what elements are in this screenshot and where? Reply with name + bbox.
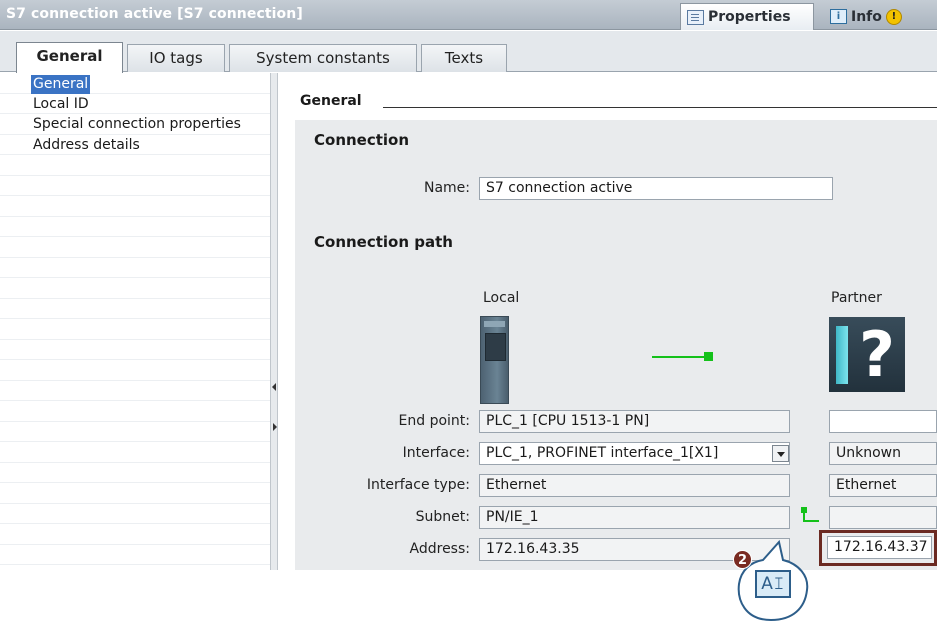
address-label: Address: xyxy=(409,541,470,557)
info-icon: i xyxy=(830,9,847,24)
window-title: S7 connection active [S7 connection] xyxy=(6,6,303,22)
section-title: General xyxy=(300,93,362,109)
local-label: Local xyxy=(483,290,520,306)
navigation-tree: General Local ID Special connection prop… xyxy=(0,73,270,570)
local-interface-dropdown[interactable]: PLC_1, PROFINET interface_1[X1] xyxy=(479,442,790,465)
connection-port-icon xyxy=(704,352,713,361)
tab-general[interactable]: General xyxy=(16,42,123,73)
tab-more[interactable] xyxy=(928,3,937,30)
tab-io-tags[interactable]: IO tags xyxy=(127,44,225,72)
partner-interface-field: Unknown xyxy=(829,442,937,465)
local-subnet-field: PN/IE_1 xyxy=(479,506,790,529)
local-interface-type-field: Ethernet xyxy=(479,474,790,497)
local-end-point-field[interactable]: PLC_1 [CPU 1513-1 PN] xyxy=(479,410,790,433)
interface-label: Interface: xyxy=(402,445,470,461)
local-plc-icon xyxy=(480,316,509,404)
interface-type-label: Interface type: xyxy=(366,477,470,493)
pane-splitter[interactable] xyxy=(270,73,278,570)
connection-path-heading: Connection path xyxy=(314,233,453,251)
properties-icon xyxy=(687,9,704,25)
interface-dropdown-arrow-icon[interactable] xyxy=(772,445,789,462)
connection-heading: Connection xyxy=(314,131,410,149)
partner-subnet-field xyxy=(829,506,937,529)
partner-label: Partner xyxy=(831,290,882,306)
step-badge: 2 xyxy=(733,550,752,569)
name-field[interactable]: S7 connection active xyxy=(479,177,833,200)
collapse-left-icon[interactable] xyxy=(272,383,276,391)
warning-icon: ! xyxy=(885,8,902,25)
subnet-label: Subnet: xyxy=(415,509,470,525)
partner-interface-type-field: Ethernet xyxy=(829,474,937,497)
name-label: Name: xyxy=(423,180,470,196)
end-point-label: End point: xyxy=(398,413,470,429)
connection-line xyxy=(652,356,705,358)
tab-properties[interactable]: Properties xyxy=(680,3,814,30)
tab-texts[interactable]: Texts xyxy=(421,44,507,72)
nav-item-address-details[interactable]: Address details xyxy=(33,136,140,155)
nav-item-local-id[interactable]: Local ID xyxy=(33,95,89,114)
tab-system-constants[interactable]: System constants xyxy=(229,44,417,72)
tab-properties-label: Properties xyxy=(708,9,791,25)
tab-info[interactable]: i Info ! xyxy=(824,3,928,30)
subnet-connection-icon xyxy=(801,507,821,525)
nav-item-special-connection-properties[interactable]: Special connection properties xyxy=(33,115,241,134)
partner-end-point-field[interactable] xyxy=(829,410,937,433)
expand-right-icon[interactable] xyxy=(273,423,277,431)
section-divider xyxy=(383,107,937,108)
unknown-partner-icon: ? xyxy=(829,317,905,392)
property-tabs: General IO tags System constants Texts xyxy=(0,31,937,73)
nav-item-general[interactable]: General xyxy=(31,75,91,94)
tab-info-label: Info xyxy=(851,8,882,25)
partner-address-highlight xyxy=(819,530,937,566)
inspector-title-bar: S7 connection active [S7 connection] Pro… xyxy=(0,0,937,30)
text-input-icon: A𝙸 xyxy=(755,570,791,598)
